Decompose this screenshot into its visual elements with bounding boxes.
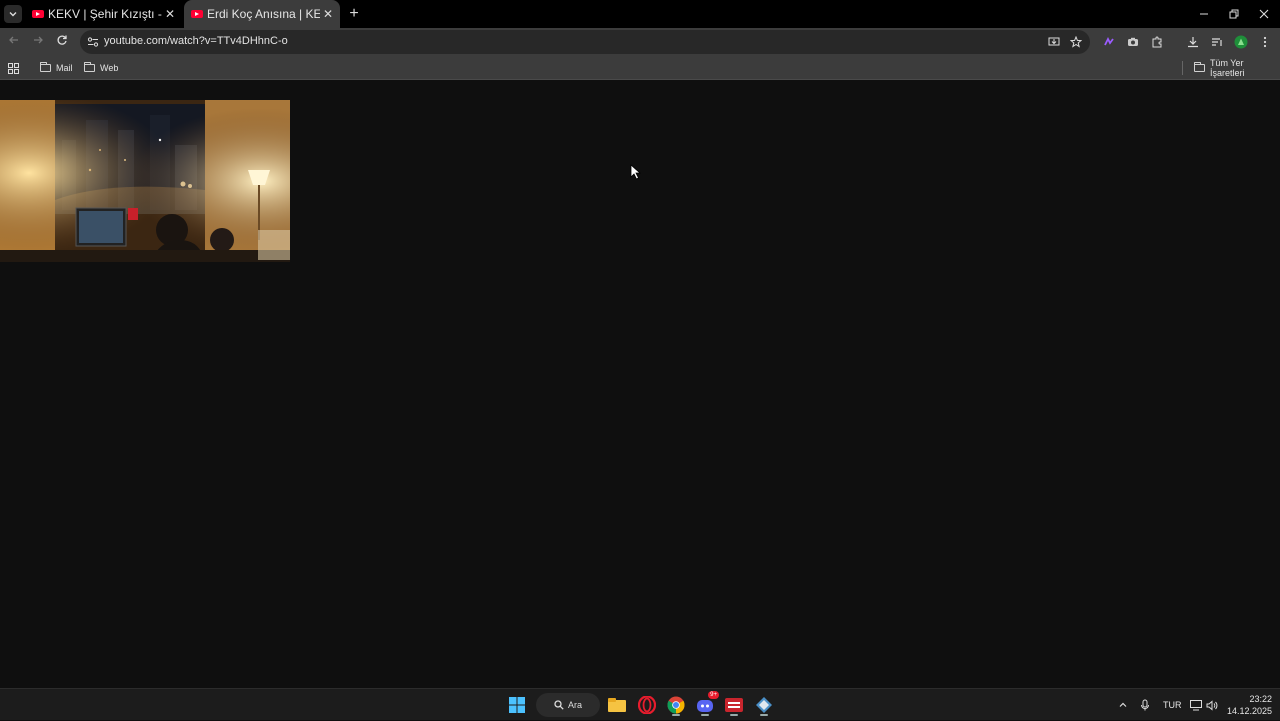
tab-kekv-sehir-kizisti[interactable]: KEKV | Şehir Kızıştı - YouTube ✕ xyxy=(26,0,182,28)
microphone-tray-button[interactable] xyxy=(1140,689,1150,721)
download-icon xyxy=(1188,37,1198,48)
forward-arrow-icon xyxy=(34,36,43,44)
red-app-icon xyxy=(725,698,743,712)
chevron-up-icon xyxy=(1119,702,1127,707)
reload-icon xyxy=(57,35,67,45)
discord-logo-icon xyxy=(697,700,713,712)
search-label: Ara xyxy=(567,700,582,710)
restore-icon xyxy=(1229,9,1239,19)
extension-logo-icon xyxy=(1104,36,1114,46)
chrome-logo-icon xyxy=(667,696,685,714)
folder-icon xyxy=(83,62,95,72)
chrome-app[interactable] xyxy=(664,693,688,717)
clock-time: 23:22 xyxy=(1249,694,1272,704)
bookmark-folder-web[interactable]: Web xyxy=(83,60,119,76)
windows-taskbar: Ara 9+ TUR 23:22 14.12.2025 xyxy=(0,688,1280,720)
network-tray-button[interactable] xyxy=(1190,689,1202,721)
tab-title: KEKV | Şehir Kızıştı - YouTube xyxy=(48,7,162,21)
video-player[interactable] xyxy=(0,100,290,262)
back-button[interactable] xyxy=(4,32,24,52)
minimize-icon xyxy=(1200,13,1208,15)
extension-purple-button[interactable] xyxy=(1100,33,1118,51)
install-app-icon xyxy=(1048,37,1060,46)
site-info-icon[interactable] xyxy=(86,35,100,49)
all-bookmarks-folder[interactable]: Tüm Yer İşaretleri xyxy=(1193,58,1280,78)
unknown-app[interactable] xyxy=(752,693,776,717)
running-indicator xyxy=(730,714,738,716)
extensions-button[interactable] xyxy=(1148,33,1166,51)
puzzle-icon xyxy=(1152,36,1162,48)
star-icon xyxy=(1070,36,1082,48)
tab-erdi-koc-anisina[interactable]: Erdi Koç Anısına | KEKV - YouTube ✕ xyxy=(184,0,340,28)
clock-date: 14.12.2025 xyxy=(1226,706,1272,716)
all-bookmarks-label: Tüm Yer İşaretleri xyxy=(1209,58,1245,78)
youtube-favicon-icon xyxy=(32,10,44,18)
file-explorer-app[interactable] xyxy=(605,693,629,717)
back-arrow-icon xyxy=(9,36,18,44)
taskbar-clock[interactable]: 23:22 14.12.2025 xyxy=(1227,693,1272,717)
diamond-app-icon xyxy=(756,697,772,713)
media-controls-button[interactable] xyxy=(1208,33,1226,51)
bookmarks-bar: Mail Web Tüm Yer İşaretleri xyxy=(0,56,1280,80)
show-hidden-icons-button[interactable] xyxy=(1118,689,1128,721)
camera-icon xyxy=(1128,37,1138,46)
opera-logo-icon xyxy=(638,696,656,714)
tab-search-button[interactable] xyxy=(4,5,22,23)
youtube-favicon-icon xyxy=(191,10,203,18)
media-queue-icon xyxy=(1212,38,1222,46)
notification-badge: 9+ xyxy=(708,691,719,699)
install-app-button[interactable] xyxy=(1045,33,1063,51)
kebab-menu-icon xyxy=(1263,36,1267,48)
close-window-button[interactable] xyxy=(1248,0,1280,28)
bookmark-label: Web xyxy=(100,63,119,73)
restore-button[interactable] xyxy=(1218,0,1250,28)
close-icon xyxy=(1259,9,1269,19)
bookmarks-divider xyxy=(1182,61,1183,75)
folder-icon xyxy=(1193,62,1205,72)
windows-logo-icon xyxy=(509,697,525,713)
search-icon xyxy=(554,700,564,710)
profile-button[interactable] xyxy=(1232,33,1250,51)
network-icon xyxy=(1190,699,1202,710)
screenshot-extension-button[interactable] xyxy=(1124,33,1142,51)
tab-close-icon[interactable]: ✕ xyxy=(162,7,178,21)
apps-grid-icon xyxy=(8,62,19,74)
opera-app[interactable] xyxy=(635,693,659,717)
folder-app-icon xyxy=(608,698,626,712)
url-text: youtube.com/watch?v=TTv4DHhnC-o xyxy=(104,35,288,47)
profile-avatar-icon xyxy=(1234,35,1248,49)
video-frame-image xyxy=(0,100,290,262)
taskbar-search[interactable]: Ara xyxy=(536,693,600,717)
volume-tray-button[interactable] xyxy=(1206,689,1218,721)
mouse-cursor-icon xyxy=(630,164,642,180)
browser-toolbar: youtube.com/watch?v=TTv4DHhnC-o xyxy=(0,28,1280,56)
minimize-button[interactable] xyxy=(1188,0,1220,28)
bookmark-folder-mail[interactable]: Mail xyxy=(39,60,73,76)
bookmark-star-button[interactable] xyxy=(1067,33,1085,51)
folder-icon xyxy=(39,62,51,72)
discord-app[interactable]: 9+ xyxy=(693,691,719,717)
address-bar[interactable]: youtube.com/watch?v=TTv4DHhnC-o xyxy=(80,30,1090,54)
speaker-icon xyxy=(1206,699,1218,711)
running-indicator xyxy=(672,714,680,716)
language-indicator[interactable]: TUR xyxy=(1163,689,1182,721)
tab-close-icon[interactable]: ✕ xyxy=(320,7,336,21)
new-tab-button[interactable]: + xyxy=(345,4,363,24)
microphone-icon xyxy=(1141,699,1149,711)
page-content xyxy=(0,80,1280,688)
apps-button[interactable] xyxy=(8,60,19,76)
start-button[interactable] xyxy=(505,693,529,717)
downloads-button[interactable] xyxy=(1184,33,1202,51)
browser-menu-button[interactable] xyxy=(1256,33,1274,51)
running-indicator xyxy=(701,714,709,716)
reload-button[interactable] xyxy=(52,32,72,52)
running-indicator xyxy=(760,714,768,716)
red-app[interactable] xyxy=(722,693,746,717)
language-label: TUR xyxy=(1163,700,1182,710)
tab-strip: KEKV | Şehir Kızıştı - YouTube ✕ Erdi Ko… xyxy=(0,0,1280,28)
forward-button[interactable] xyxy=(28,32,48,52)
bookmark-label: Mail xyxy=(56,63,73,73)
chevron-down-icon xyxy=(9,12,17,17)
tab-title: Erdi Koç Anısına | KEKV - YouTube xyxy=(207,7,320,21)
